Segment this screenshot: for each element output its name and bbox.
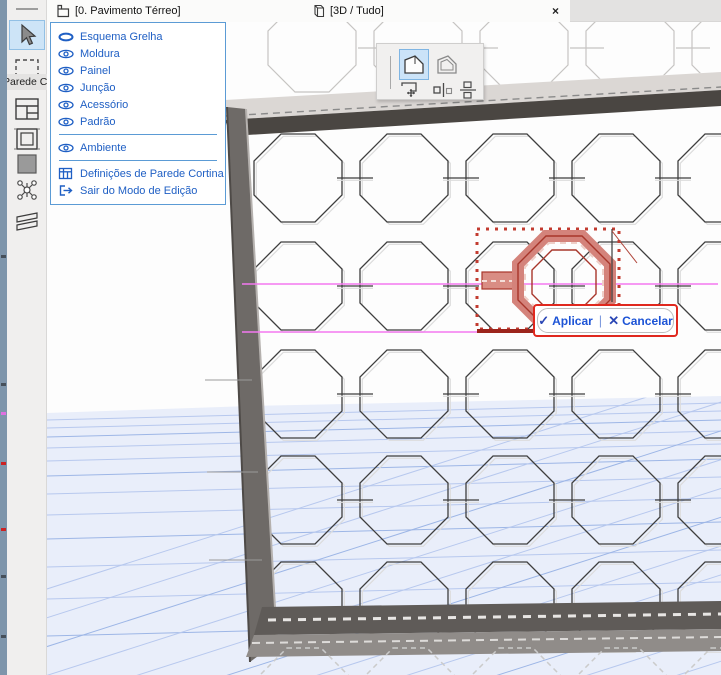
apply-cancel-pill: ✓ Aplicar | ✕ Cancelar bbox=[537, 308, 674, 333]
tab-bar: [0. Pavimento Térreo] [3D / Tudo] × bbox=[47, 0, 721, 22]
close-tab-button[interactable]: × bbox=[550, 1, 561, 21]
tool-group-label: Parede C bbox=[0, 74, 47, 90]
move-frame-button[interactable] bbox=[397, 80, 427, 100]
menu-separator bbox=[59, 160, 217, 161]
menu-item-label: Padrão bbox=[80, 115, 116, 128]
junction-icon bbox=[17, 180, 37, 200]
exit-icon bbox=[59, 185, 73, 196]
cursor-arrow-icon bbox=[21, 23, 37, 46]
apply-label: Aplicar bbox=[552, 313, 593, 328]
eye-icon bbox=[58, 117, 74, 126]
edge-strip-mark bbox=[1, 635, 6, 638]
story-icon bbox=[57, 4, 70, 18]
move-icon bbox=[401, 82, 417, 97]
menu-item-label: Junção bbox=[80, 81, 116, 94]
panel-chamfer-button[interactable] bbox=[399, 49, 429, 80]
menu-item-label: Acessório bbox=[80, 98, 129, 111]
offset-icon bbox=[433, 83, 453, 97]
edge-strip-mark bbox=[1, 462, 6, 465]
offset-button[interactable] bbox=[431, 82, 455, 98]
menu-item-painel[interactable]: Painel bbox=[51, 62, 225, 79]
eye-icon bbox=[58, 49, 74, 58]
edge-strip-mark bbox=[1, 528, 6, 531]
cancel-button[interactable]: ✕ Cancelar bbox=[608, 313, 673, 329]
curtain-wall-edit-menu: Esquema Grelha Moldura Painel Junção Ace… bbox=[50, 22, 226, 205]
x-icon: ✕ bbox=[608, 312, 620, 328]
pet-palette bbox=[376, 43, 484, 100]
menu-item-esquema-grelha[interactable]: Esquema Grelha bbox=[51, 28, 225, 45]
align-split-button[interactable] bbox=[457, 80, 479, 100]
panel-chamfer-outline-button[interactable] bbox=[433, 51, 461, 78]
frame-tool-button[interactable] bbox=[12, 126, 42, 152]
frame-icon bbox=[14, 128, 40, 150]
application-window: Parede C [0. Pavimento Térreo] [3D / Tud… bbox=[0, 0, 721, 675]
check-icon: ✓ bbox=[538, 312, 550, 328]
eye-icon bbox=[58, 143, 74, 152]
left-toolbox: Parede C bbox=[0, 0, 47, 675]
edge-strip-mark bbox=[1, 575, 6, 578]
menu-item-label: Definições de Parede Cortina bbox=[80, 167, 224, 180]
align-split-icon bbox=[460, 81, 476, 99]
junction-tool-button[interactable] bbox=[12, 177, 42, 203]
menu-separator bbox=[59, 134, 217, 135]
menu-item-juncao[interactable]: Junção bbox=[51, 79, 225, 96]
eye-icon bbox=[58, 100, 74, 109]
pet-palette-separator bbox=[390, 56, 391, 89]
panel-chamfer-icon bbox=[404, 54, 424, 74]
menu-item-moldura[interactable]: Moldura bbox=[51, 45, 225, 62]
window-edge-strip bbox=[0, 0, 7, 675]
eye-icon bbox=[58, 66, 74, 75]
accessory-icon bbox=[16, 212, 38, 231]
menu-item-definicoes-parede-cortina[interactable]: Definições de Parede Cortina bbox=[51, 165, 225, 182]
tab-floor-plan-label: [0. Pavimento Térreo] bbox=[75, 5, 181, 17]
menu-item-label: Esquema Grelha bbox=[80, 30, 163, 43]
tab-3d-view[interactable]: [3D / Tudo] × bbox=[302, 0, 570, 22]
menu-item-ambiente[interactable]: Ambiente bbox=[51, 139, 225, 156]
menu-item-sair-modo-edicao[interactable]: Sair do Modo de Edição bbox=[51, 182, 225, 199]
menu-item-label: Sair do Modo de Edição bbox=[80, 184, 198, 197]
palette-divider: | bbox=[598, 313, 603, 328]
tab-floor-plan[interactable]: [0. Pavimento Térreo] bbox=[47, 0, 302, 22]
menu-item-label: Ambiente bbox=[80, 141, 127, 154]
panel-icon bbox=[17, 154, 37, 174]
apply-button[interactable]: ✓ Aplicar bbox=[538, 313, 593, 329]
menu-item-acessorio[interactable]: Acessório bbox=[51, 96, 225, 113]
cube-3d-icon bbox=[314, 4, 325, 18]
apply-cancel-palette: ✓ Aplicar | ✕ Cancelar bbox=[533, 304, 678, 337]
edge-strip-mark bbox=[1, 383, 6, 386]
menu-item-label: Moldura bbox=[80, 47, 120, 60]
eye-icon bbox=[58, 83, 74, 92]
eye-outline-icon bbox=[58, 32, 74, 41]
menu-item-padrao[interactable]: Padrão bbox=[51, 113, 225, 130]
panel-chamfer-outline-icon bbox=[437, 54, 457, 74]
accessory-tool-button[interactable] bbox=[12, 209, 42, 235]
toolbox-drag-handle[interactable] bbox=[16, 8, 38, 10]
select-tool-button[interactable] bbox=[9, 20, 45, 50]
edge-strip-mark bbox=[1, 412, 6, 415]
cancel-label: Cancelar bbox=[622, 313, 673, 328]
grid-scheme-icon bbox=[15, 98, 39, 120]
scheme-grid-tool-button[interactable] bbox=[12, 96, 42, 122]
settings-table-icon bbox=[58, 167, 73, 180]
panel-tool-button[interactable] bbox=[12, 151, 42, 177]
edge-strip-mark bbox=[1, 255, 6, 258]
menu-item-label: Painel bbox=[80, 64, 111, 77]
tab-3d-view-label: [3D / Tudo] bbox=[330, 5, 384, 17]
